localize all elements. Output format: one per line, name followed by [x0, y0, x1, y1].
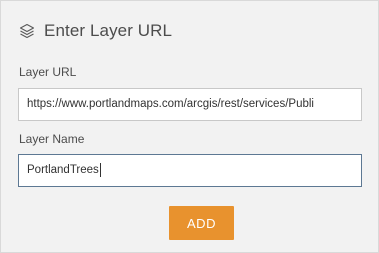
layers-icon [19, 23, 35, 39]
text-caret [99, 162, 101, 177]
add-button[interactable]: ADD [169, 206, 234, 240]
layer-url-input[interactable]: https://www.portlandmaps.com/arcgis/rest… [18, 88, 362, 121]
enter-layer-url-panel: Enter Layer URL Layer URL https://www.po… [0, 0, 379, 253]
layer-url-label: Layer URL [19, 65, 77, 79]
panel-header: Enter Layer URL [19, 20, 172, 42]
panel-title: Enter Layer URL [44, 21, 173, 40]
layer-url-value: https://www.portlandmaps.com/arcgis/rest… [27, 98, 314, 110]
layer-name-value: PortlandTrees [27, 164, 99, 176]
layer-name-input[interactable]: PortlandTrees [18, 154, 362, 187]
layer-name-label: Layer Name [19, 132, 85, 146]
